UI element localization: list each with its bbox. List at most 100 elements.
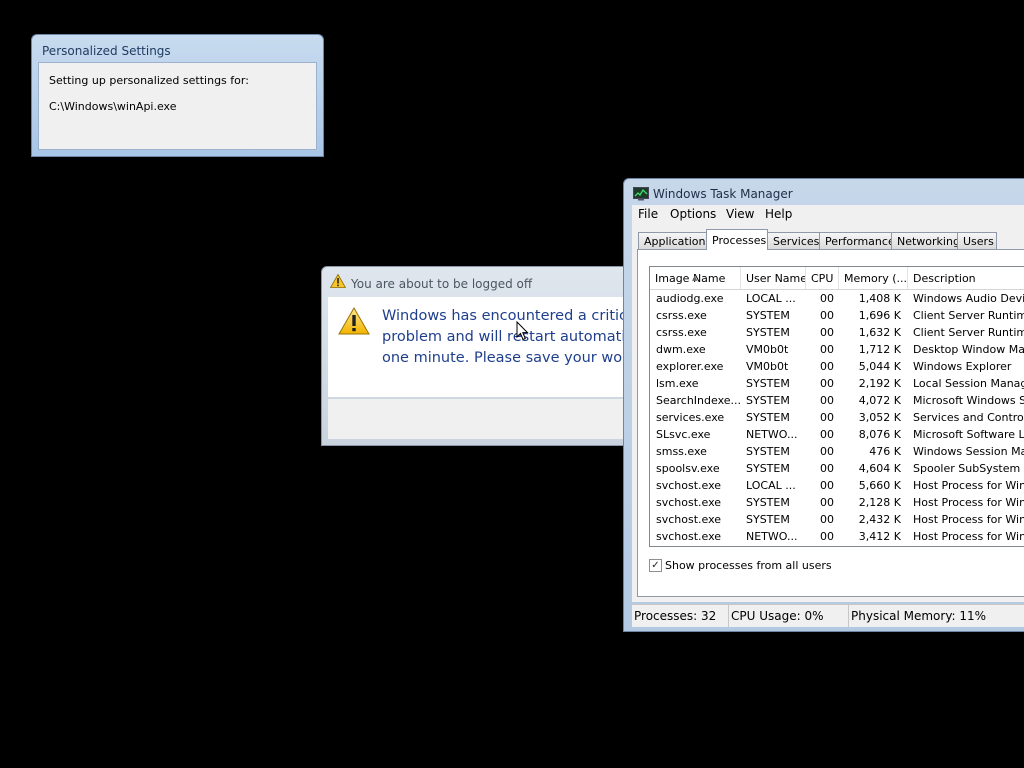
cell-description: Microsoft Software Lic: [913, 428, 1024, 441]
close-button[interactable]: C: [0, 0, 11, 19]
cell-memory: 5,044 K: [858, 360, 901, 373]
column-header-image-name[interactable]: ▲ Image Name: [650, 267, 741, 289]
table-row[interactable]: lsm.exe SYSTEM 00 2,192 K Local Session Mana…: [650, 375, 1024, 392]
table-row[interactable]: dwm.exe VM0b0t 00 1,712 K Desktop Window Man…: [650, 341, 1024, 358]
logoff-dialog[interactable]: You are about to be logged off Windows h…: [321, 266, 631, 446]
dialog-footer: [328, 399, 630, 439]
table-row[interactable]: svchost.exe LOCAL ... 00 5,660 K Host Proces…: [650, 477, 1024, 494]
task-manager-icon: [633, 187, 649, 201]
table-row[interactable]: csrss.exe SYSTEM 00 1,696 K Client Server Ru…: [650, 307, 1024, 324]
cell-image-name: svchost.exe: [656, 479, 722, 492]
menu-bar: File Options View Help: [632, 205, 1024, 225]
table-row[interactable]: SearchIndexe... SYSTEM 00 4,072 K Microsoft …: [650, 392, 1024, 409]
table-row[interactable]: explorer.exe VM0b0t 00 5,044 K Windows Explo…: [650, 358, 1024, 375]
column-header-label: Image Name: [655, 272, 726, 285]
menu-options[interactable]: Options: [670, 207, 716, 221]
cell-user-name: SYSTEM: [746, 513, 790, 526]
table-row[interactable]: services.exe SYSTEM 00 3,052 K Services and …: [650, 409, 1024, 426]
cell-cpu: 00: [820, 309, 834, 322]
cell-user-name: SYSTEM: [746, 445, 790, 458]
cell-cpu: 00: [820, 445, 834, 458]
dialog-title: You are about to be logged off: [351, 277, 533, 291]
cell-image-name: SearchIndexe...: [656, 394, 740, 407]
cell-image-name: SLsvc.exe: [656, 428, 711, 441]
tab-users[interactable]: Users: [957, 232, 997, 249]
dialog-message-line: problem and will restart automatica: [382, 329, 630, 345]
cell-image-name: csrss.exe: [656, 309, 707, 322]
table-row[interactable]: spoolsv.exe SYSTEM 00 4,604 K Spooler SubSys…: [650, 460, 1024, 477]
column-header-user-name[interactable]: User Name: [741, 267, 806, 289]
cell-description: Desktop Window Mana: [913, 343, 1024, 356]
table-row[interactable]: svchost.exe NETWO... 00 3,412 K Host Process…: [650, 528, 1024, 545]
cell-memory: 4,604 K: [858, 462, 901, 475]
menu-view[interactable]: View: [726, 207, 754, 221]
personalized-settings-window[interactable]: Personalized Settings Setting up persona…: [31, 34, 324, 157]
tab-applications[interactable]: Applications: [638, 232, 711, 249]
menu-help[interactable]: Help: [765, 207, 792, 221]
cell-description: Host Process for Wind: [913, 530, 1024, 543]
tab-processes[interactable]: Processes: [706, 229, 768, 250]
cell-user-name: SYSTEM: [746, 377, 790, 390]
cell-memory: 1,632 K: [858, 326, 901, 339]
cell-memory: 1,712 K: [858, 343, 901, 356]
cell-memory: 4,072 K: [858, 394, 901, 407]
status-bar: Processes: 32 CPU Usage: 0% Physical Mem…: [632, 604, 1024, 627]
window-title: Windows Task Manager: [653, 187, 793, 201]
task-manager-body: Applications Processes Services Performa…: [632, 225, 1024, 602]
dialog-message-line: Windows has encountered a critica: [382, 308, 630, 324]
settings-text-path: C:\Windows\winApi.exe: [49, 100, 177, 113]
tab-performance[interactable]: Performance: [819, 232, 895, 249]
cell-user-name: VM0b0t: [746, 360, 789, 373]
window-client-area: Setting up personalized settings for: C:…: [38, 62, 317, 150]
table-row[interactable]: audiodg.exe LOCAL ... 00 1,408 K Windows Aud…: [650, 290, 1024, 307]
cell-image-name: audiodg.exe: [656, 292, 724, 305]
tab-services[interactable]: Services: [767, 232, 820, 249]
mouse-cursor-icon: [516, 321, 529, 341]
column-header-memory[interactable]: Memory (...: [839, 267, 908, 289]
cell-description: Windows Audio Device: [913, 292, 1024, 305]
settings-text-line1: Setting up personalized settings for:: [49, 74, 249, 87]
table-row[interactable]: SLsvc.exe NETWO... 00 8,076 K Microsoft Soft…: [650, 426, 1024, 443]
cell-description: Client Server Runtime: [913, 326, 1024, 339]
menu-file[interactable]: File: [638, 207, 658, 221]
cell-user-name: VM0b0t: [746, 343, 789, 356]
cell-description: Microsoft Windows Se: [913, 394, 1024, 407]
process-list[interactable]: ▲ Image Name User Name CPU Memory (... D…: [649, 266, 1024, 547]
cell-user-name: LOCAL ...: [746, 479, 796, 492]
warning-icon: [338, 307, 370, 335]
cell-memory: 1,408 K: [858, 292, 901, 305]
table-row[interactable]: csrss.exe SYSTEM 00 1,632 K Client Server Ru…: [650, 324, 1024, 341]
task-manager-window[interactable]: Windows Task Manager File Options View H…: [623, 178, 1024, 632]
cell-cpu: 00: [820, 377, 834, 390]
cell-image-name: services.exe: [656, 411, 725, 424]
cell-image-name: svchost.exe: [656, 513, 722, 526]
cell-description: Host Process for Wind: [913, 479, 1024, 492]
cell-cpu: 00: [820, 530, 834, 543]
table-row[interactable]: smss.exe SYSTEM 00 476 K Windows Session Man: [650, 443, 1024, 460]
cell-memory: 3,412 K: [858, 530, 901, 543]
cell-image-name: csrss.exe: [656, 326, 707, 339]
table-row[interactable]: svchost.exe SYSTEM 00 2,128 K Host Process f…: [650, 494, 1024, 511]
cell-description: Spooler SubSystem Ap: [913, 462, 1024, 475]
cell-image-name: explorer.exe: [656, 360, 724, 373]
cell-user-name: NETWO...: [746, 530, 798, 543]
show-all-processes-checkbox[interactable]: ✓: [649, 559, 662, 572]
cell-user-name: SYSTEM: [746, 411, 790, 424]
cell-cpu: 00: [820, 428, 834, 441]
cell-memory: 2,192 K: [858, 377, 901, 390]
cell-memory: 2,432 K: [858, 513, 901, 526]
cell-description: Host Process for Wind: [913, 513, 1024, 526]
cell-image-name: lsm.exe: [656, 377, 699, 390]
cell-cpu: 00: [820, 496, 834, 509]
column-header-cpu[interactable]: CPU: [806, 267, 839, 289]
cell-image-name: dwm.exe: [656, 343, 706, 356]
cell-memory: 3,052 K: [858, 411, 901, 424]
cell-cpu: 00: [820, 292, 834, 305]
status-processes: Processes: 32: [634, 609, 717, 623]
column-header-description[interactable]: Description: [908, 267, 1024, 289]
cell-cpu: 00: [820, 394, 834, 407]
warning-icon: [330, 274, 346, 288]
dialog-message-line: one minute. Please save your work: [382, 350, 630, 366]
tab-networking[interactable]: Networking: [891, 232, 960, 249]
table-row[interactable]: svchost.exe SYSTEM 00 2,432 K Host Process f…: [650, 511, 1024, 528]
